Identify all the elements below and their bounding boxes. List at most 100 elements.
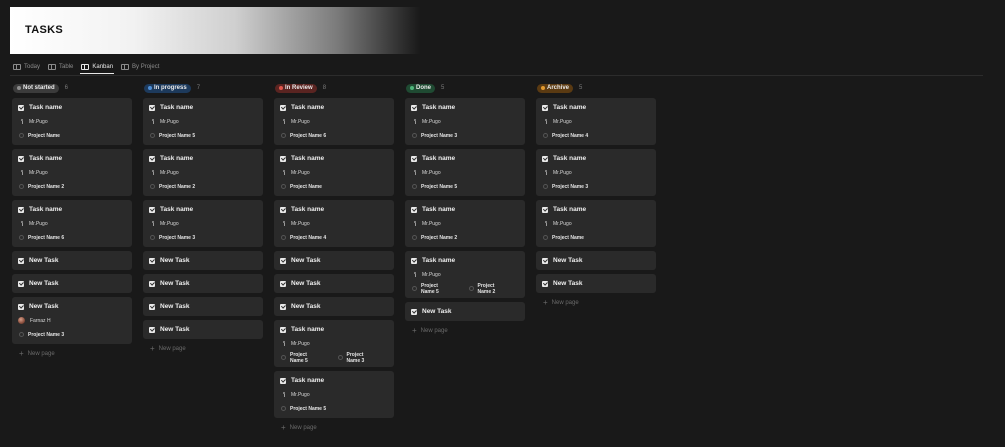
checkbox-icon xyxy=(542,257,548,264)
status-label: Archive xyxy=(547,85,570,91)
card-title: New Task xyxy=(280,256,388,265)
project-relation[interactable]: Project Name 3 xyxy=(18,332,64,338)
task-card[interactable]: Task name Mr.Pugo Project Name 3 xyxy=(536,149,656,196)
new-page-button[interactable]: + New page xyxy=(536,297,656,309)
project-relation[interactable]: Project Name xyxy=(18,133,60,139)
status-badge[interactable]: Done xyxy=(406,83,435,93)
project-name: Project Name 5 xyxy=(290,351,308,364)
task-card[interactable]: Task name Mr.Pugo Project Name 2 xyxy=(405,200,525,247)
task-card[interactable]: Task name Mr.Pugo Project Name 3 xyxy=(405,98,525,145)
task-name: New Task xyxy=(160,303,190,310)
status-dot-icon xyxy=(541,86,545,90)
task-card[interactable]: New Task xyxy=(274,251,394,270)
project-relation[interactable]: Project Name 3 xyxy=(411,133,457,139)
tab-kanban[interactable]: Kanban xyxy=(80,60,115,74)
assignee-name: Mr.Pugo xyxy=(160,220,179,227)
card-title: New Task xyxy=(18,302,126,311)
project-relation[interactable]: Project Name 5 xyxy=(411,283,449,295)
checkbox-icon xyxy=(280,280,286,287)
task-card[interactable]: New Task xyxy=(536,251,656,270)
task-card[interactable]: Task name Mr.Pugo Project Name 5 xyxy=(405,149,525,196)
project-relation[interactable]: Project Name 2 xyxy=(468,283,506,295)
task-name: New Task xyxy=(160,326,190,333)
project-relation[interactable]: Project Name 5 xyxy=(280,352,318,364)
project-relation[interactable]: Project Name xyxy=(542,235,584,241)
task-card[interactable]: New Task Farnaz H Project Name 3 xyxy=(12,297,132,344)
task-card[interactable]: New Task xyxy=(143,297,263,316)
project-relation[interactable]: Project Name 3 xyxy=(337,352,375,364)
task-name: Task name xyxy=(422,206,456,213)
task-card[interactable]: Task name Mr.Pugo Project Name 2 xyxy=(12,149,132,196)
project-relation[interactable]: Project Name 5 xyxy=(411,184,457,190)
task-card[interactable]: Task name Mr.Pugo Project Name 2 xyxy=(143,149,263,196)
project-relation[interactable]: Project Name 2 xyxy=(149,184,195,190)
task-card[interactable]: Task name Mr.Pugo Project Name 5 Project Na… xyxy=(274,320,394,367)
task-card[interactable]: New Task xyxy=(143,274,263,293)
task-card[interactable]: New Task xyxy=(274,274,394,293)
project-name: Project Name xyxy=(28,132,60,139)
task-card[interactable]: Task name Mr.Pugo Project Name 5 xyxy=(274,371,394,418)
project-name: Project Name 4 xyxy=(290,234,327,241)
project-name: Project Name 6 xyxy=(290,132,327,139)
project-relation[interactable]: Project Name 3 xyxy=(542,184,588,190)
task-card[interactable]: New Task xyxy=(536,274,656,293)
plus-icon: + xyxy=(19,349,24,358)
project-relation[interactable]: Project Name 2 xyxy=(411,235,457,241)
task-card[interactable]: Task name Mr.Pugo Project Name 4 xyxy=(274,200,394,247)
tab-by-project[interactable]: By Project xyxy=(120,60,160,74)
task-card[interactable]: Task name Mr.Pugo Project Name 6 xyxy=(12,200,132,247)
card-title: Task name xyxy=(411,103,519,112)
project-relation[interactable]: Project Name 3 xyxy=(149,235,195,241)
task-card[interactable]: New Task xyxy=(143,320,263,339)
task-card[interactable]: Task name Mr.Pugo Project Name 5 Project Na… xyxy=(405,251,525,298)
project-relation[interactable]: Project Name 5 xyxy=(280,406,326,412)
status-badge[interactable]: Archive xyxy=(537,83,574,93)
project-relation[interactable]: Project Name 2 xyxy=(18,184,64,190)
task-card[interactable]: Task name Mr.Pugo Project Name 3 xyxy=(143,200,263,247)
tabs-divider xyxy=(10,75,983,76)
new-page-label: New page xyxy=(551,300,579,306)
task-card[interactable]: Task name Mr.Pugo Project Name xyxy=(274,149,394,196)
person-icon xyxy=(151,220,155,227)
task-card[interactable]: Task name Mr.Pugo Project Name xyxy=(536,200,656,247)
person-icon xyxy=(282,220,286,227)
plus-icon: + xyxy=(543,298,548,307)
new-page-button[interactable]: + New page xyxy=(274,422,394,434)
project-relation[interactable]: Project Name 6 xyxy=(18,235,64,241)
task-card[interactable]: Task name Mr.Pugo Project Name 5 xyxy=(143,98,263,145)
new-page-button[interactable]: + New page xyxy=(143,343,263,355)
card-title: New Task xyxy=(18,256,126,265)
task-card[interactable]: Task name Mr.Pugo Project Name 6 xyxy=(274,98,394,145)
card-title: New Task xyxy=(542,279,650,288)
task-card[interactable]: Task name Mr.Pugo Project Name xyxy=(12,98,132,145)
column-header: In Review 8 xyxy=(274,83,394,93)
project-relation[interactable]: Project Name 4 xyxy=(542,133,588,139)
project-relation[interactable]: Project Name 5 xyxy=(149,133,195,139)
task-name: New Task xyxy=(29,257,59,264)
card-title: New Task xyxy=(149,279,257,288)
board-icon xyxy=(81,63,90,70)
new-page-button[interactable]: + New page xyxy=(12,348,132,360)
tab-today[interactable]: Today xyxy=(12,60,41,74)
project-row: Project Name 3 xyxy=(542,182,650,191)
tab-table[interactable]: Table xyxy=(47,60,74,74)
task-card[interactable]: Task name Mr.Pugo Project Name 4 xyxy=(536,98,656,145)
checkbox-icon xyxy=(411,257,417,264)
task-card[interactable]: New Task xyxy=(12,251,132,270)
task-card[interactable]: New Task xyxy=(12,274,132,293)
project-icon xyxy=(281,406,286,411)
task-name: Task name xyxy=(422,257,456,264)
task-card[interactable]: New Task xyxy=(274,297,394,316)
task-card[interactable]: New Task xyxy=(405,302,525,321)
status-label: Done xyxy=(416,85,431,91)
project-relation[interactable]: Project Name 6 xyxy=(280,133,326,139)
status-badge[interactable]: In progress xyxy=(144,83,191,93)
status-badge[interactable]: In Review xyxy=(275,83,317,93)
task-card[interactable]: New Task xyxy=(143,251,263,270)
card-title: New Task xyxy=(149,325,257,334)
new-page-button[interactable]: + New page xyxy=(405,325,525,337)
status-badge[interactable]: Not started xyxy=(13,83,59,93)
project-relation[interactable]: Project Name xyxy=(280,184,322,190)
checkbox-icon xyxy=(18,155,24,162)
project-relation[interactable]: Project Name 4 xyxy=(280,235,326,241)
